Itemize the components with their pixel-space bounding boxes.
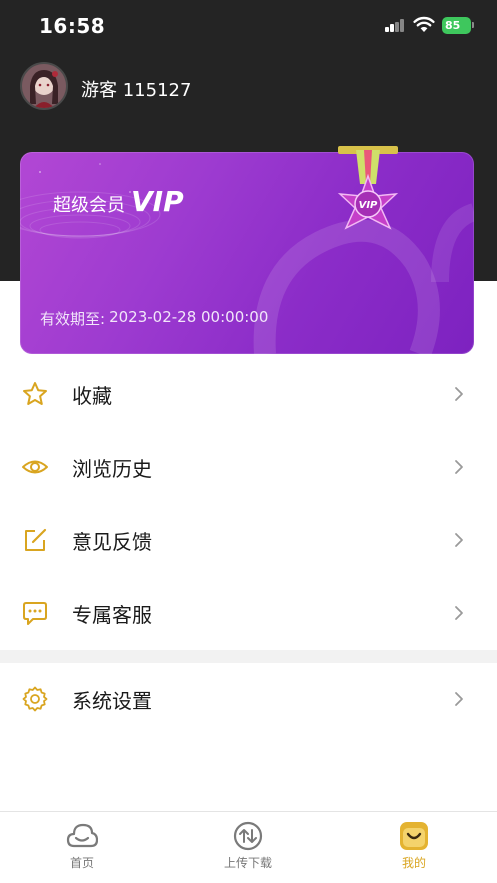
wifi-icon: [413, 16, 435, 32]
medal-text: VIP: [359, 200, 378, 211]
star-icon: [23, 382, 47, 405]
eye-icon: [22, 460, 48, 474]
chevron-right-icon: [455, 533, 463, 547]
battery-indicator: 85: [442, 17, 474, 34]
tab-label-mine: 我的: [401, 856, 426, 870]
profile-smile-icon: [400, 822, 428, 850]
vip-expiry: 有效期至: 2023-02-28 00:00:00: [40, 308, 268, 329]
vip-title-prefix: 超级会员: [53, 195, 125, 216]
vip-title: 超级会员 VIP: [53, 185, 184, 218]
tab-transfers[interactable]: 上传下载: [203, 820, 293, 871]
chevron-right-icon: [455, 387, 463, 401]
menu-label-favorites: 收藏: [72, 383, 112, 408]
avatar[interactable]: [20, 62, 68, 110]
tab-label-home: 首页: [69, 856, 94, 870]
cellular-signal-icon: [385, 19, 405, 32]
menu-item-history[interactable]: 浏览历史: [0, 431, 497, 503]
menu-item-settings[interactable]: 系统设置: [0, 663, 497, 735]
menu-item-feedback[interactable]: 意见反馈: [0, 504, 497, 576]
username[interactable]: 游客 115127: [81, 76, 191, 102]
profile-screen: 16:58 85 游客 115127 超级会员 VIP 有效期至: 2023-0…: [0, 0, 497, 883]
section-divider: [0, 650, 497, 663]
menu-label-settings: 系统设置: [72, 688, 152, 713]
status-bar: 16:58 85: [0, 0, 497, 52]
transfer-icon: [233, 821, 263, 851]
menu-label-customer-service: 专属客服: [72, 602, 152, 627]
tab-mine[interactable]: 我的: [369, 820, 459, 871]
menu-item-favorites[interactable]: 收藏: [0, 358, 497, 430]
gear-icon: [22, 686, 48, 712]
chevron-right-icon: [455, 606, 463, 620]
menu-item-customer-service[interactable]: 专属客服: [0, 577, 497, 649]
menu-label-history: 浏览历史: [72, 456, 152, 481]
avatar-image: [22, 64, 66, 108]
tab-bar: 首页 上传下载 我的: [0, 811, 497, 883]
status-time: 16:58: [39, 14, 106, 38]
home-cloud-icon: [66, 823, 98, 848]
chevron-right-icon: [455, 460, 463, 474]
tab-home[interactable]: 首页: [37, 820, 127, 871]
vip-medal-icon: VIP: [337, 146, 399, 230]
menu-label-feedback: 意见反馈: [72, 529, 152, 554]
vip-expiry-label: 有效期至:: [40, 310, 106, 328]
vip-expiry-value: 2023-02-28 00:00:00: [109, 308, 269, 326]
chevron-right-icon: [455, 692, 463, 706]
edit-icon: [25, 528, 47, 551]
battery-level: 85: [445, 19, 461, 32]
vip-title-badge: VIP: [131, 185, 184, 218]
chat-icon: [23, 602, 47, 625]
tab-label-transfers: 上传下载: [223, 856, 272, 870]
